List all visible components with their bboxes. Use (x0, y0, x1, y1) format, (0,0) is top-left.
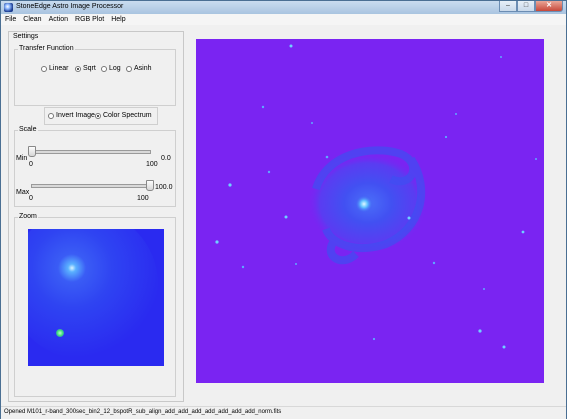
max-tick-high: 100 (137, 195, 149, 202)
radio-asinh-button[interactable] (126, 65, 132, 72)
display-options-group: Invert Image Color Spectrum (44, 107, 158, 125)
radio-color-spectrum[interactable]: Color Spectrum (95, 112, 152, 119)
min-tick-low: 0 (29, 161, 33, 168)
star (535, 158, 537, 160)
star (432, 261, 436, 265)
scale-title: Scale (18, 126, 38, 133)
radio-color-spectrum-label: Color Spectrum (103, 112, 152, 119)
radio-sqrt-label: Sqrt (83, 65, 96, 72)
radio-invert-label: Invert Image (56, 112, 95, 119)
radio-linear[interactable]: Linear (41, 65, 68, 72)
radio-asinh[interactable]: Asinh (126, 65, 152, 72)
star (295, 263, 297, 265)
settings-title: Settings (13, 33, 39, 40)
radio-linear-label: Linear (49, 65, 69, 72)
radio-invert-button[interactable] (48, 112, 54, 119)
star (325, 155, 329, 159)
star (267, 170, 271, 174)
star (483, 288, 485, 290)
min-tick-high: 100 (146, 161, 158, 168)
transfer-function-group: Transfer Function Linear Sqrt Log Asinh (14, 45, 176, 106)
max-slider-track[interactable] (31, 184, 151, 188)
star (372, 337, 376, 341)
galaxy-image (215, 44, 537, 349)
max-tick-low: 0 (29, 195, 33, 202)
radio-color-spectrum-button[interactable] (95, 112, 101, 119)
app-window: StoneEdge Astro Image Processor – □ ✕ Fi… (0, 0, 567, 419)
star (500, 56, 502, 58)
zoom-star (56, 329, 64, 337)
radio-log-label: Log (109, 65, 121, 72)
radio-log-button[interactable] (101, 65, 107, 72)
star (289, 44, 293, 48)
star (241, 265, 245, 269)
min-slider-track[interactable] (31, 150, 151, 154)
window-title: StoneEdge Astro Image Processor (16, 3, 124, 10)
star (311, 122, 313, 124)
star (455, 113, 457, 115)
max-slider-thumb[interactable] (146, 180, 154, 191)
radio-asinh-label: Asinh (134, 65, 152, 72)
max-label: Max (16, 189, 30, 196)
max-value: 100.0 (155, 184, 173, 191)
star (502, 345, 506, 349)
maximize-button[interactable]: □ (517, 1, 535, 12)
min-slider-thumb[interactable] (28, 146, 36, 157)
radio-log[interactable]: Log (101, 65, 121, 72)
radio-linear-button[interactable] (41, 65, 47, 72)
star (521, 230, 525, 234)
menu-file[interactable]: File (1, 14, 19, 25)
star (284, 215, 288, 219)
status-bar: Opened M101_r-band_300sec_bin2_12_bspotR… (1, 406, 566, 419)
settings-panel: Settings Transfer Function Linear Sqrt L… (8, 31, 184, 402)
radio-sqrt-button[interactable] (75, 65, 81, 72)
star (444, 135, 448, 139)
radio-invert-image[interactable]: Invert Image (48, 112, 95, 119)
menu-rgb-plot[interactable]: RGB Plot (71, 14, 107, 25)
min-value: 0.0 (161, 155, 171, 162)
galaxy-core (355, 195, 373, 213)
zoom-galaxy-core (28, 229, 158, 359)
star (261, 105, 265, 109)
title-bar[interactable]: StoneEdge Astro Image Processor – □ ✕ (1, 1, 566, 14)
status-text: Opened M101_r-band_300sec_bin2_12_bspotR… (4, 409, 282, 415)
scale-group: Scale Min 0.0 0 100 Max 100.0 0 100 (14, 126, 176, 207)
zoom-title: Zoom (18, 213, 38, 220)
star (228, 183, 232, 187)
star (215, 240, 219, 244)
app-icon (4, 3, 13, 12)
menu-clean[interactable]: Clean (19, 14, 44, 25)
main-image-view[interactable] (196, 39, 544, 383)
minimize-button[interactable]: – (499, 1, 517, 12)
menu-help[interactable]: Help (107, 14, 128, 25)
min-label: Min (16, 155, 28, 162)
star (407, 216, 411, 220)
menu-bar: File Clean Action RGB Plot Help (1, 14, 566, 25)
close-button[interactable]: ✕ (535, 1, 563, 12)
transfer-function-title: Transfer Function (18, 45, 75, 52)
zoom-preview[interactable] (28, 229, 164, 366)
star (478, 329, 482, 333)
menu-action[interactable]: Action (45, 14, 71, 25)
radio-sqrt[interactable]: Sqrt (75, 65, 96, 72)
